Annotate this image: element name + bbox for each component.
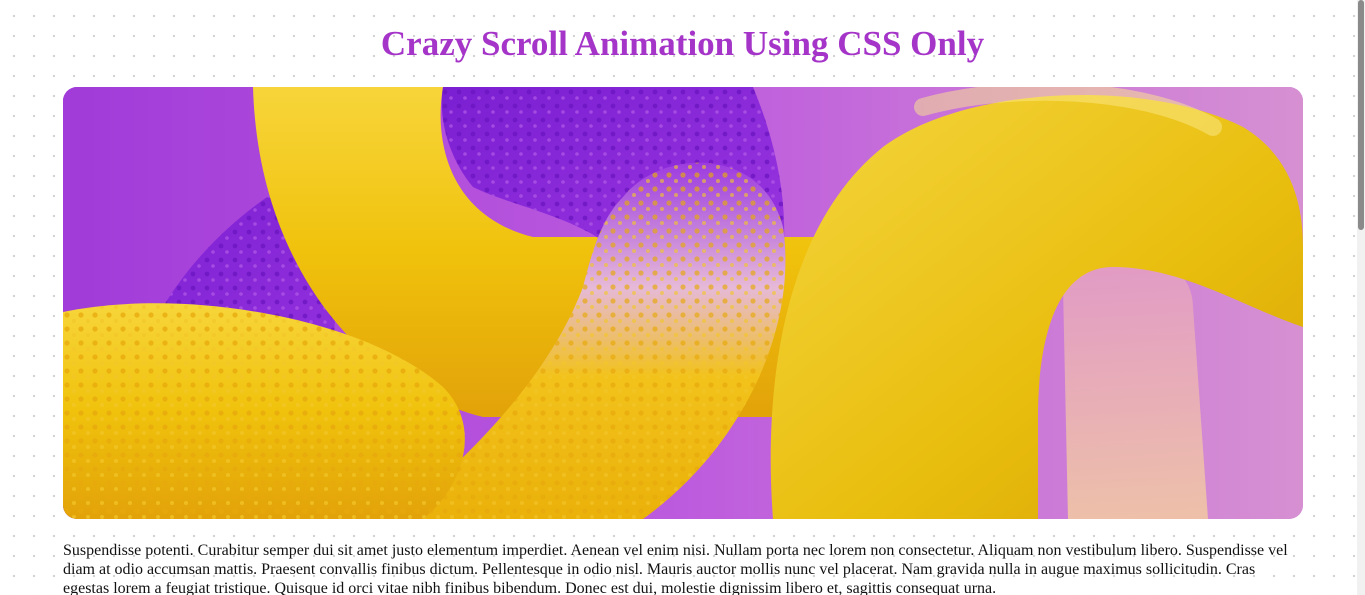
page-title: Crazy Scroll Animation Using CSS Only (380, 24, 985, 63)
hero-image (63, 87, 1303, 519)
abstract-3d-tubes-image (63, 87, 1303, 519)
page-container: Crazy Scroll Animation Using CSS Only Su… (0, 0, 1357, 595)
scrollbar-thumb[interactable] (1358, 0, 1364, 230)
vertical-scrollbar[interactable] (1357, 0, 1365, 595)
body-paragraph: Suspendisse potenti. Curabitur semper du… (63, 542, 1288, 595)
